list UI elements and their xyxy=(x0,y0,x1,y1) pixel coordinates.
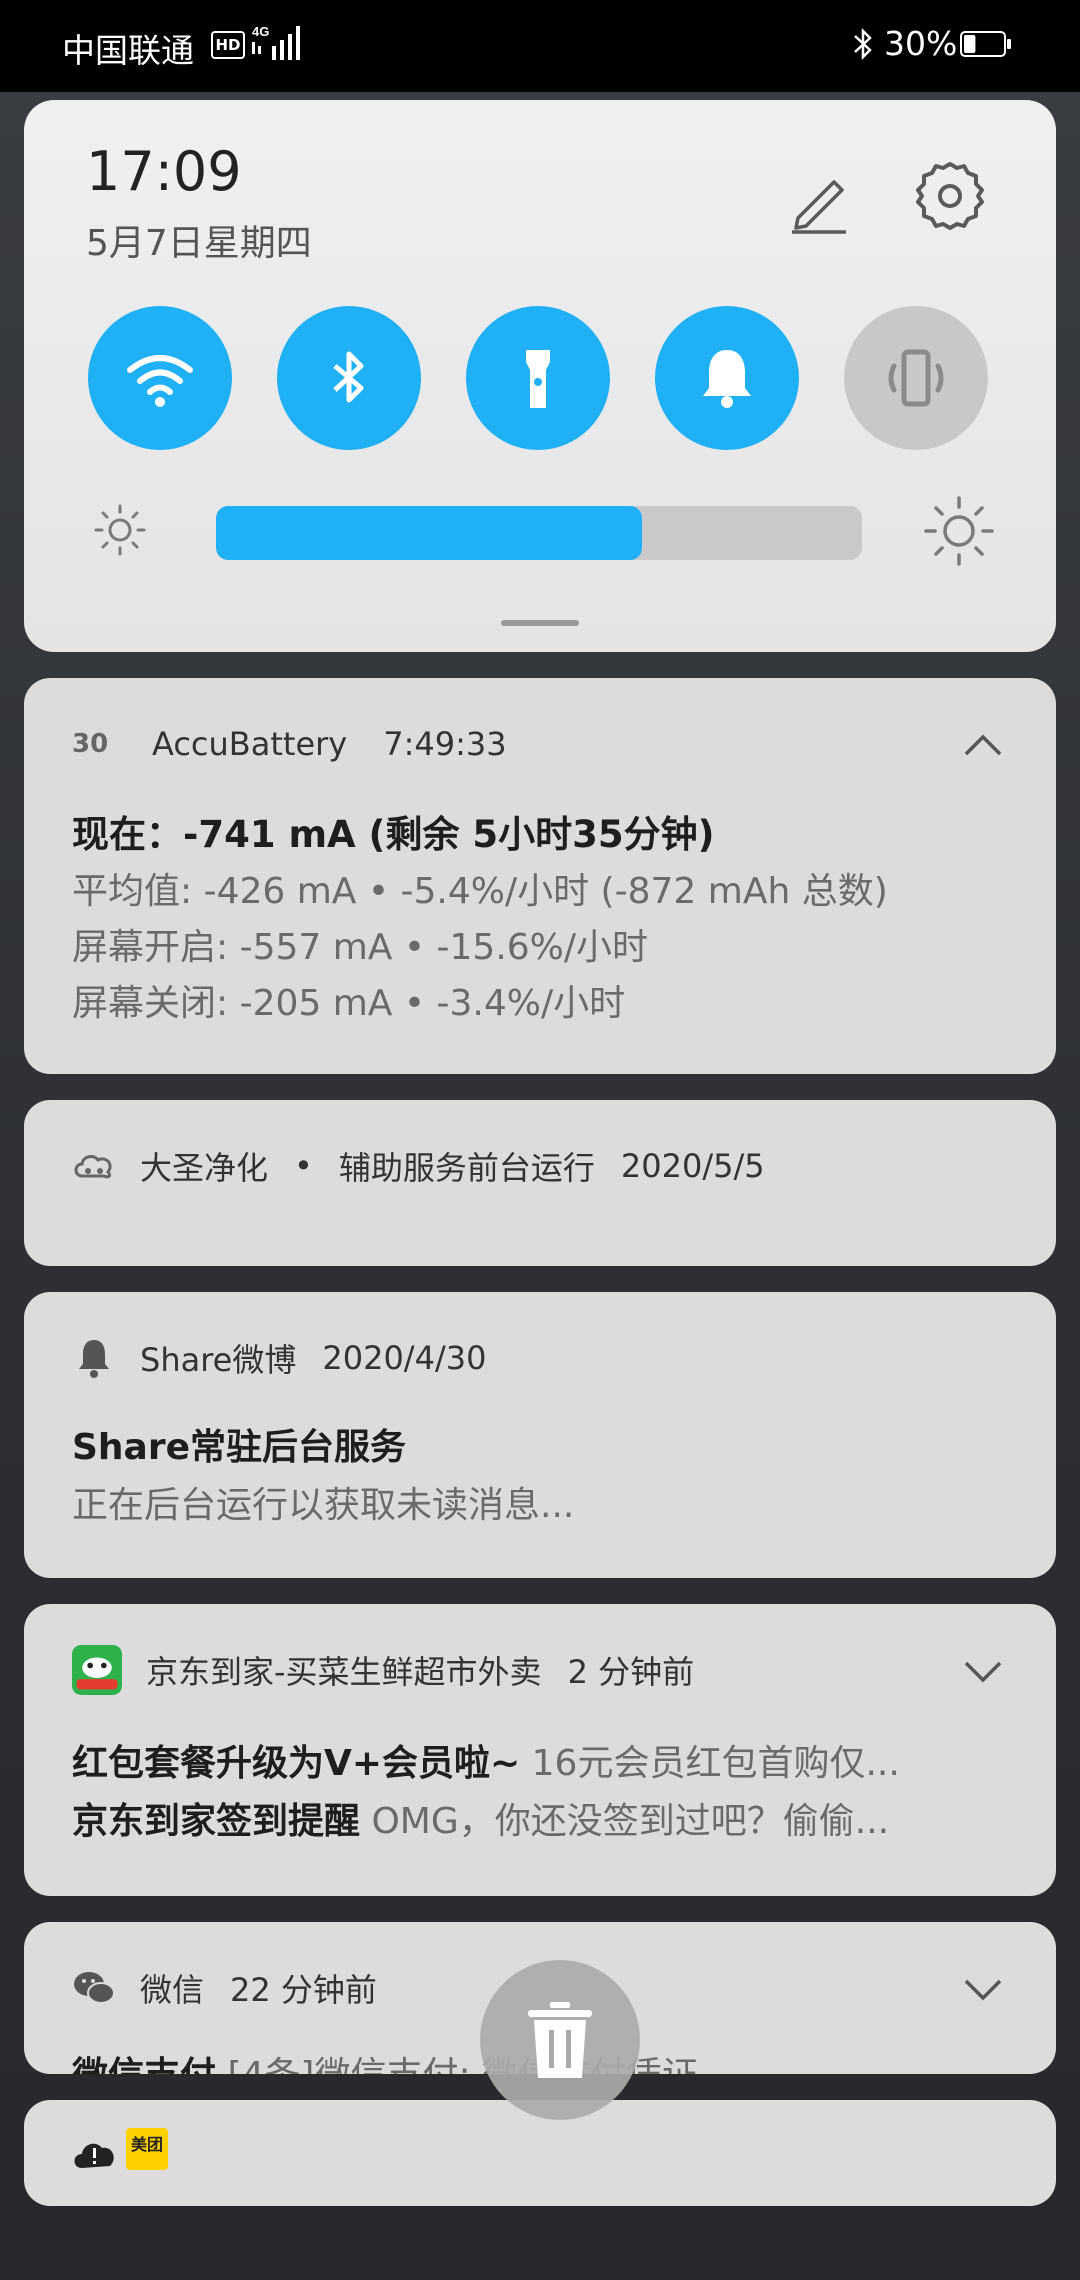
bluetooth-icon xyxy=(333,351,364,403)
notification-header: Share微博 2020/4/30 xyxy=(72,1336,486,1380)
notification-time: 2020/5/5 xyxy=(620,1147,765,1185)
wifi-icon xyxy=(127,355,193,407)
notification-header: 微信 22 分钟前 xyxy=(72,1966,377,2010)
notification-time: 22 分钟前 xyxy=(230,1971,377,2009)
edit-icon[interactable] xyxy=(784,164,854,234)
app-name: Share微博 xyxy=(140,1341,297,1379)
bluetooth-icon xyxy=(854,27,872,61)
meituan-logo: 美团 xyxy=(126,2128,168,2170)
trash-icon xyxy=(528,2002,592,2078)
notification-message-2: 京东到家签到提醒 OMG，你还没签到过吧？偷偷... xyxy=(72,1792,1022,1844)
chevron-up-icon[interactable] xyxy=(962,724,1004,766)
clock-time: 17:09 xyxy=(86,140,242,203)
date-label: 5月7日星期四 xyxy=(86,223,312,264)
vibrate-toggle[interactable] xyxy=(844,306,988,450)
notification-header: 京东到家-买菜生鲜超市外卖 2 分钟前 xyxy=(72,1645,695,1695)
hd-icon: HD xyxy=(211,31,245,59)
notification-accubattery[interactable]: 30 AccuBattery 7:49:33 现在：-741 mA (剩余 5小… xyxy=(24,678,1056,1074)
app-name: AccuBattery xyxy=(152,725,348,763)
panel-drag-handle[interactable] xyxy=(501,620,579,626)
notification-message-1: 红包套餐升级为V+会员啦~ 16元会员红包首购仅... xyxy=(72,1734,1022,1786)
message-1-text: 16元会员红包首购仅... xyxy=(520,1743,900,1784)
message-1-title: 红包套餐升级为V+会员啦~ xyxy=(72,1743,521,1784)
notification-line-average: 平均值: -426 mA • -5.4%/小时 (-872 mAh 总数) xyxy=(72,871,888,912)
bell-icon xyxy=(79,1340,109,1378)
notification-text: 辅助服务前台运行 xyxy=(338,1149,595,1187)
flashlight-toggle[interactable] xyxy=(466,306,610,450)
vibrate-icon xyxy=(888,349,944,407)
notification-time: 7:49:33 xyxy=(383,725,507,763)
notification-share-weibo[interactable]: Share微博 2020/4/30 Share常驻后台服务 正在后台运行以获取未… xyxy=(24,1292,1056,1578)
sound-toggle[interactable] xyxy=(655,306,799,450)
bell-icon xyxy=(703,350,751,408)
clear-all-button[interactable] xyxy=(480,1960,640,2120)
battery-icon xyxy=(960,31,1011,57)
app-name: 微信 xyxy=(140,1971,205,2009)
cloud-alert-icon xyxy=(74,2143,114,2168)
notification-title: 现在：-741 mA (剩余 5小时35分钟) xyxy=(72,813,715,856)
flashlight-icon xyxy=(526,350,550,408)
message-2-title: 京东到家签到提醒 xyxy=(72,1801,361,1842)
status-bar: 中国联通 HD 4G 30% xyxy=(0,0,1080,92)
carrier-name: 中国联通 xyxy=(62,31,194,70)
notification-header: 大圣净化 • 辅助服务前台运行 2020/5/5 xyxy=(72,1144,765,1188)
quick-settings-panel: 17:09 5月7日星期四 xyxy=(24,100,1056,652)
notification-time: 2020/4/30 xyxy=(322,1339,487,1377)
notification-body: 正在后台运行以获取未读消息... xyxy=(72,1485,575,1526)
separator-dot: • xyxy=(294,1147,313,1185)
preview-title: 微信支付 xyxy=(72,2055,216,2074)
jd-daojia-logo-icon xyxy=(72,1645,122,1695)
battery-percent: 30% xyxy=(884,24,958,63)
app-name: 京东到家-买菜生鲜超市外卖 xyxy=(146,1653,542,1691)
cloud-icon xyxy=(74,1155,112,1179)
brightness-low-icon xyxy=(94,504,146,556)
signal-icon: 4G xyxy=(252,24,300,60)
chevron-down-icon[interactable] xyxy=(962,1650,1004,1692)
notification-dasheng[interactable]: 大圣净化 • 辅助服务前台运行 2020/5/5 xyxy=(24,1100,1056,1266)
brightness-slider-fill xyxy=(216,506,643,560)
app-name: 大圣净化 xyxy=(140,1149,269,1187)
notification-line-screen-off: 屏幕关闭: -205 mA • -3.4%/小时 xyxy=(72,983,626,1024)
wifi-toggle[interactable] xyxy=(88,306,232,450)
notification-header: 30 AccuBattery 7:49:33 xyxy=(72,722,507,766)
notification-jd-daojia[interactable]: 京东到家-买菜生鲜超市外卖 2 分钟前 红包套餐升级为V+会员啦~ 16元会员红… xyxy=(24,1604,1056,1896)
notification-line-screen-on: 屏幕开启: -557 mA • -15.6%/小时 xyxy=(72,927,649,968)
notification-title: Share常驻后台服务 xyxy=(72,1427,407,1468)
battery-badge-icon: 30 xyxy=(72,729,109,759)
message-2-text: OMG，你还没签到过吧？偷偷... xyxy=(360,1801,890,1842)
brightness-high-icon xyxy=(924,496,994,566)
gear-icon[interactable] xyxy=(912,158,988,234)
bluetooth-toggle[interactable] xyxy=(277,306,421,450)
brightness-slider[interactable] xyxy=(216,506,862,560)
notification-time: 2 分钟前 xyxy=(567,1653,695,1691)
wechat-icon xyxy=(74,1972,115,2004)
network-type: 4G xyxy=(252,24,269,39)
chevron-down-icon[interactable] xyxy=(962,1968,1004,2010)
